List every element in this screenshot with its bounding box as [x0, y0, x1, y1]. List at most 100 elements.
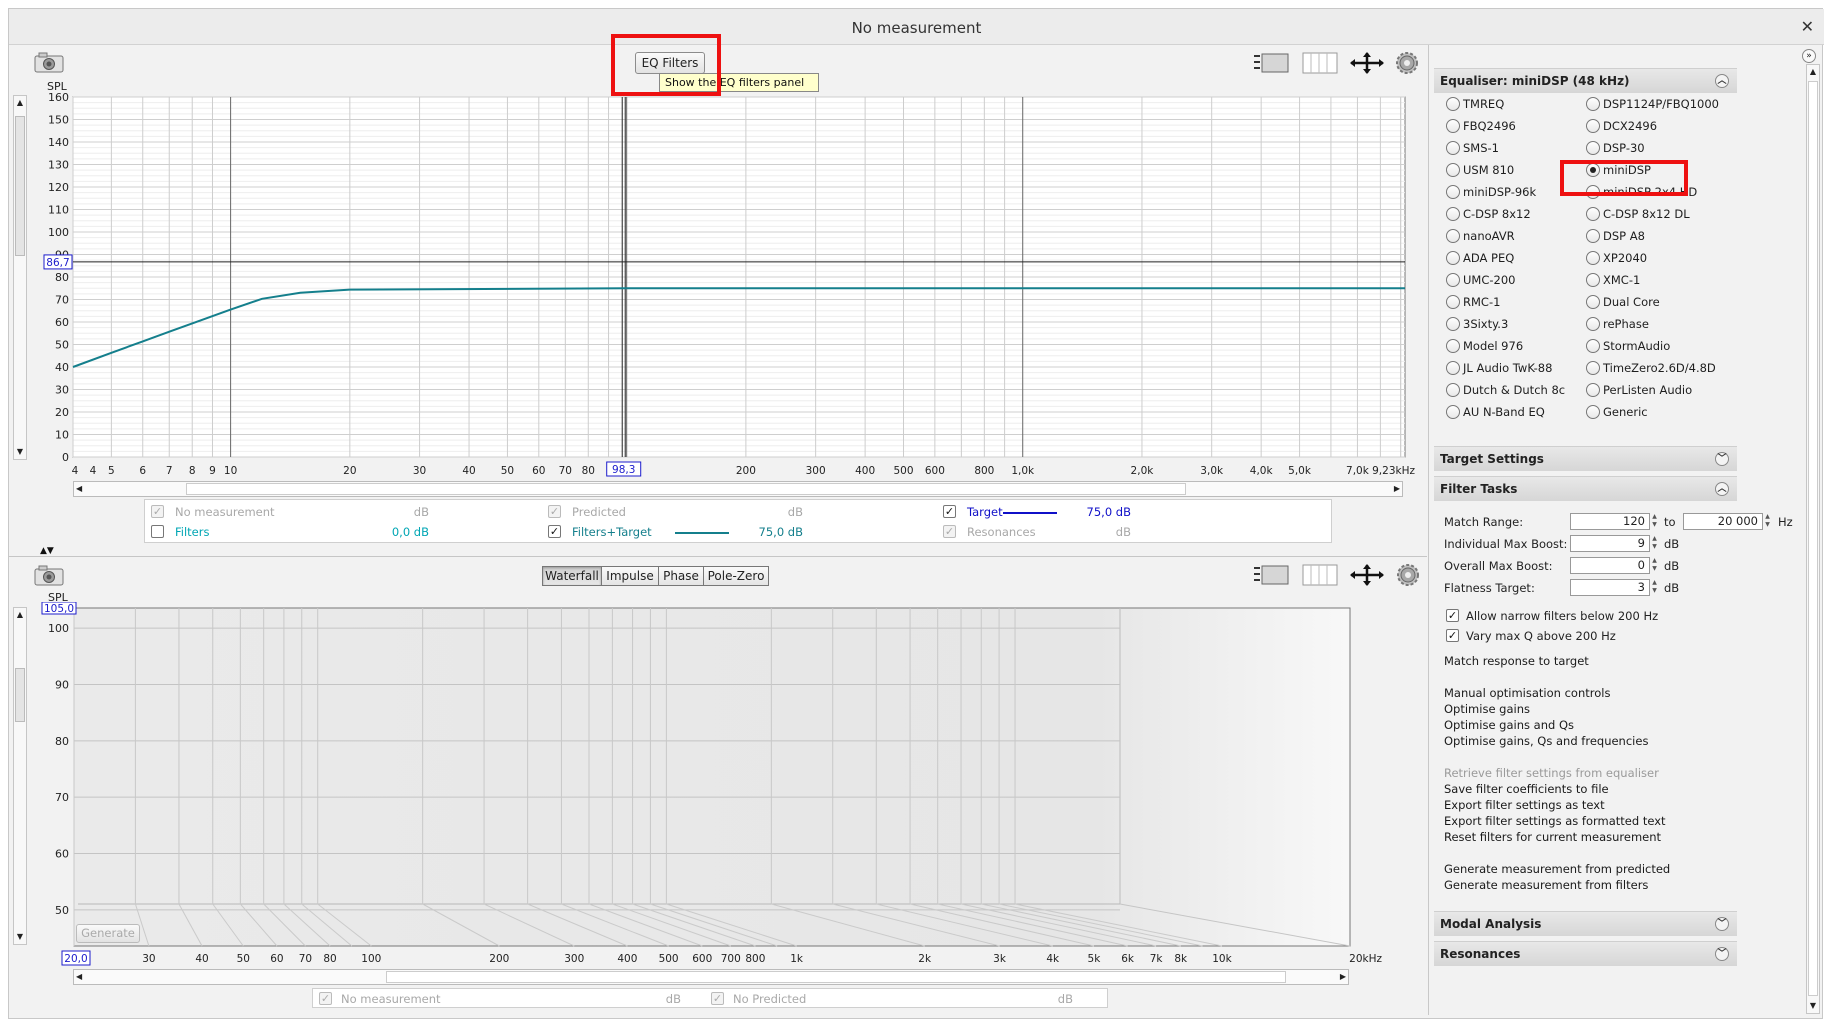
gear-icon-bottom[interactable] [1396, 563, 1420, 587]
radio-dsp1124p-fbq1000[interactable] [1586, 97, 1600, 111]
optimise-gains-link[interactable]: Optimise gains [1444, 702, 1530, 716]
waterfall-graph[interactable]: 100 90 80 70 60 50 30 40 50 60 70 80 100 200 300 400 500… [40, 602, 1430, 967]
radio-dsp-30[interactable] [1586, 141, 1600, 155]
radio-tmreq[interactable] [1446, 97, 1460, 111]
radio-jl-audio-twk-88[interactable] [1446, 361, 1460, 375]
scroll-left-icon[interactable]: ◀ [76, 482, 82, 496]
layout-icon-bottom[interactable] [1252, 562, 1292, 588]
gear-icon[interactable] [1395, 51, 1419, 75]
equaliser-label[interactable]: Generic [1603, 405, 1648, 419]
scroll-right-icon-bottom[interactable]: ▶ [1340, 970, 1346, 984]
legend-checkbox-5[interactable]: ✓ [943, 525, 956, 538]
radio-minidsp-2x4-hd[interactable] [1586, 185, 1600, 199]
collapse-icon-tasks[interactable]: ︿ [1715, 482, 1729, 496]
equaliser-label[interactable]: AU N-Band EQ [1463, 405, 1545, 419]
allow-narrow-checkbox[interactable]: ✓ [1446, 609, 1459, 622]
optimise-gains-qs-link[interactable]: Optimise gains and Qs [1444, 718, 1574, 732]
tab-phase[interactable]: Phase [658, 566, 704, 586]
radio-ada-peq[interactable] [1446, 251, 1460, 265]
export-text-link[interactable]: Export filter settings as text [1444, 798, 1605, 812]
equaliser-label[interactable]: SMS-1 [1463, 141, 1499, 155]
right-panel-scrollbar[interactable]: ▲ ▼ [1806, 64, 1820, 1014]
expand-icon-modal[interactable]: ﹀ [1715, 917, 1729, 931]
fit-zoom-icon[interactable] [1349, 51, 1385, 75]
equaliser-label[interactable]: DSP1124P/FBQ1000 [1603, 97, 1719, 111]
match-to-input[interactable]: 20 000 [1683, 513, 1763, 530]
tab-impulse[interactable]: Impulse [601, 566, 659, 586]
radio-3sixty-3[interactable] [1446, 317, 1460, 331]
radio-c-dsp-8x12-dl[interactable] [1586, 207, 1600, 221]
vertical-scrollbar[interactable]: ▲ ▼ [13, 95, 27, 460]
match-response-link[interactable]: Match response to target [1444, 654, 1589, 668]
radio-stormaudio[interactable] [1586, 339, 1600, 353]
tab-pole-zero[interactable]: Pole-Zero [703, 566, 769, 586]
equaliser-label[interactable]: TimeZero2.6D/4.8D [1603, 361, 1716, 375]
match-to-spinner[interactable]: ▲ ▼ [1763, 513, 1772, 530]
resonances-header[interactable]: Resonances ﹀ [1434, 941, 1737, 966]
optimise-all-link[interactable]: Optimise gains, Qs and frequencies [1444, 734, 1648, 748]
equaliser-header[interactable]: Equaliser: miniDSP (48 kHz) ︿ [1434, 68, 1737, 93]
camera-icon-bottom[interactable] [33, 565, 65, 587]
overall-boost-spinner[interactable]: ▲ ▼ [1650, 557, 1659, 574]
radio-umc-200[interactable] [1446, 273, 1460, 287]
flatness-spinner[interactable]: ▲ ▼ [1650, 579, 1659, 596]
fit-zoom-icon-bottom[interactable] [1349, 563, 1385, 587]
right-scroll-thumb[interactable] [1808, 81, 1818, 996]
right-scroll-up-icon[interactable]: ▲ [1807, 65, 1819, 79]
equaliser-label[interactable]: USM 810 [1463, 163, 1514, 177]
radio-sms-1[interactable] [1446, 141, 1460, 155]
layout-icon[interactable] [1252, 50, 1292, 76]
radio-dual-core[interactable] [1586, 295, 1600, 309]
flatness-input[interactable]: 3 [1570, 579, 1650, 596]
h-scroll-thumb[interactable] [186, 483, 1186, 495]
vary-q-checkbox[interactable]: ✓ [1446, 629, 1459, 642]
generate-filters-link[interactable]: Generate measurement from filters [1444, 878, 1648, 892]
match-from-input[interactable]: 120 [1570, 513, 1650, 530]
match-from-spinner[interactable]: ▲ ▼ [1650, 513, 1659, 530]
equaliser-label[interactable]: nanoAVR [1463, 229, 1515, 243]
radio-rephase[interactable] [1586, 317, 1600, 331]
equaliser-label[interactable]: Dutch & Dutch 8c [1463, 383, 1565, 397]
radio-dutch-dutch-8c[interactable] [1446, 383, 1460, 397]
right-scroll-down-icon[interactable]: ▼ [1807, 999, 1819, 1013]
legend-checkbox-4[interactable]: ✓ [548, 525, 561, 538]
radio-usm-810[interactable] [1446, 163, 1460, 177]
equaliser-label[interactable]: DSP A8 [1603, 229, 1645, 243]
columns-icon[interactable] [1302, 52, 1338, 74]
splitter[interactable] [9, 556, 1427, 557]
equaliser-label[interactable]: TMREQ [1463, 97, 1504, 111]
radio-fbq2496[interactable] [1446, 119, 1460, 133]
scroll-left-icon-bottom[interactable]: ◀ [76, 970, 82, 984]
equaliser-label[interactable]: DSP-30 [1603, 141, 1645, 155]
save-coeff-link[interactable]: Save filter coefficients to file [1444, 782, 1609, 796]
scroll-up-icon-bottom[interactable]: ▲ [14, 608, 26, 622]
expand-icon-resonances[interactable]: ﹀ [1715, 947, 1729, 961]
radio-dsp-a8[interactable] [1586, 229, 1600, 243]
camera-icon[interactable] [33, 52, 65, 74]
bottom-horizontal-scrollbar[interactable]: ◀ ▶ [73, 969, 1349, 985]
scroll-thumb-bottom[interactable] [15, 668, 25, 722]
bottom-vertical-scrollbar[interactable]: ▲ ▼ [13, 607, 27, 945]
reset-filters-link[interactable]: Reset filters for current measurement [1444, 830, 1661, 844]
equaliser-label[interactable]: DCX2496 [1603, 119, 1657, 133]
radio-xmc-1[interactable] [1586, 273, 1600, 287]
radio-dcx2496[interactable] [1586, 119, 1600, 133]
legend-checkbox-2[interactable]: ✓ [943, 505, 956, 518]
radio-minidsp[interactable] [1586, 163, 1600, 177]
radio-au-n-band-eq[interactable] [1446, 405, 1460, 419]
retrieve-link[interactable]: Retrieve filter settings from equaliser [1444, 766, 1659, 780]
bottom-legend-checkbox-1[interactable]: ✓ [711, 992, 724, 1005]
generate-predicted-link[interactable]: Generate measurement from predicted [1444, 862, 1670, 876]
equaliser-label[interactable]: XP2040 [1603, 251, 1647, 265]
equaliser-label[interactable]: miniDSP-96k [1463, 185, 1536, 199]
equaliser-label[interactable]: XMC-1 [1603, 273, 1640, 287]
equaliser-label[interactable]: miniDSP [1603, 163, 1651, 177]
spl-graph[interactable]: 1601501401301201101009080706050403020100… [40, 90, 1430, 480]
horizontal-scrollbar[interactable]: ◀ ▶ [73, 481, 1403, 497]
equaliser-label[interactable]: Dual Core [1603, 295, 1660, 309]
radio-perlisten-audio[interactable] [1586, 383, 1600, 397]
equaliser-label[interactable]: miniDSP 2x4 HD [1603, 185, 1697, 199]
scroll-down-icon-bottom[interactable]: ▼ [14, 930, 26, 944]
equaliser-label[interactable]: 3Sixty.3 [1463, 317, 1508, 331]
export-formatted-link[interactable]: Export filter settings as formatted text [1444, 814, 1666, 828]
